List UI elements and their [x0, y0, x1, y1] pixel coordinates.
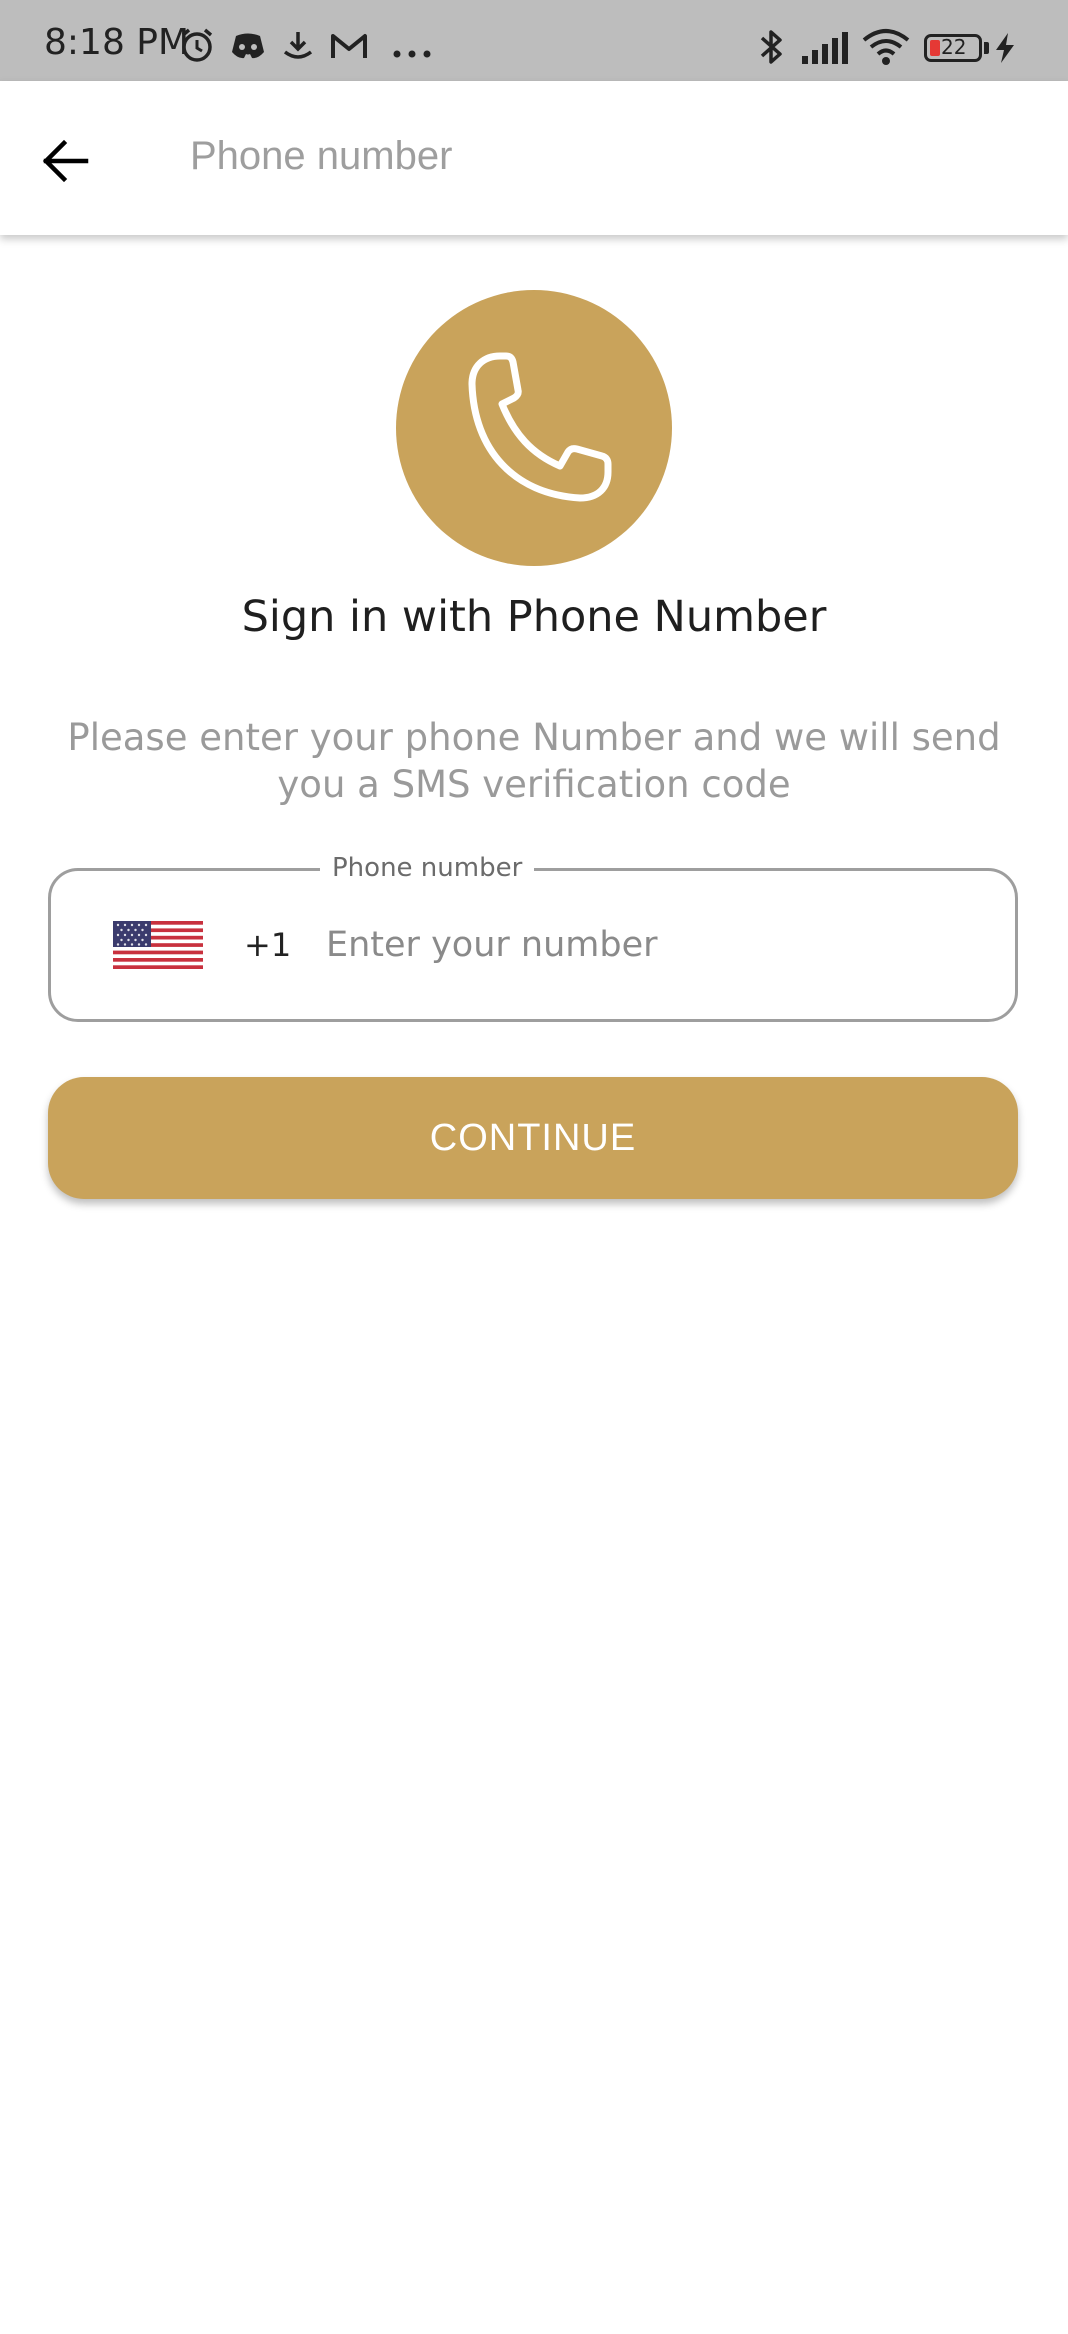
heading: Sign in with Phone Number [241, 592, 827, 642]
phone-field-label: Phone number [320, 853, 535, 883]
status-time: 8:18 PM [44, 22, 190, 63]
back-button[interactable] [36, 129, 106, 193]
page-title: Phone number [190, 134, 453, 178]
discord-icon [230, 32, 266, 64]
phone-number-input[interactable] [326, 910, 986, 980]
subtitle: Please enter your phone Number and we wi… [67, 716, 1001, 806]
phone-illustration [396, 290, 672, 566]
bluetooth-icon [754, 28, 788, 70]
arrow-left-icon [36, 139, 106, 197]
battery-level: 22 [941, 35, 967, 59]
battery-icon: 22 [924, 34, 982, 62]
app-bar: Phone number [0, 81, 1068, 235]
dial-code: +1 [244, 926, 292, 964]
more-dots-icon [392, 44, 432, 63]
country-selector[interactable] [113, 921, 203, 969]
gmail-icon [330, 32, 368, 64]
status-bar: 8:18 PM 22 [0, 0, 1068, 81]
charging-icon [994, 32, 1016, 68]
wifi-icon [862, 28, 910, 70]
download-icon [282, 28, 314, 66]
us-flag-icon [113, 921, 203, 973]
continue-button[interactable]: CONTINUE [48, 1077, 1018, 1199]
signal-icon [800, 32, 852, 68]
alarm-icon [178, 26, 216, 68]
